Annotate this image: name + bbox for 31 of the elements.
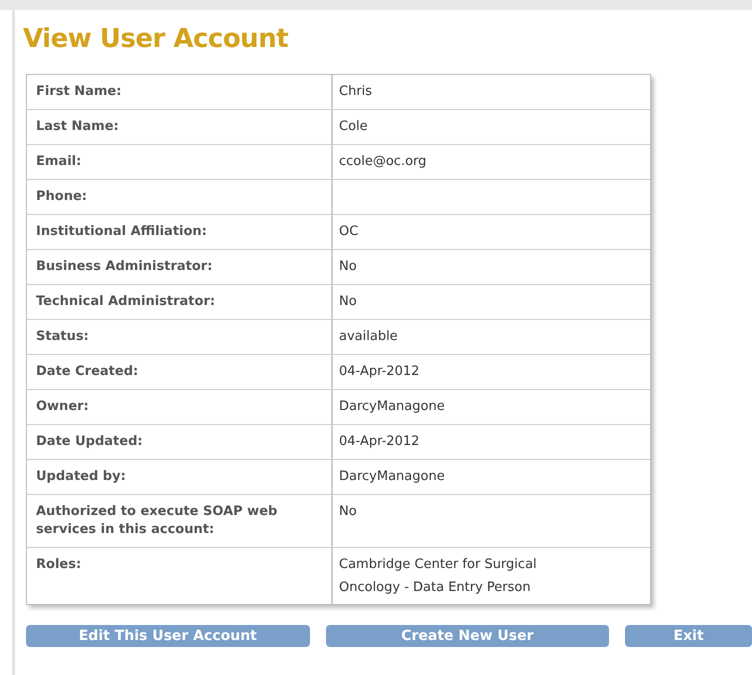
action-button[interactable]: Create New User [326, 625, 610, 647]
field-value: No [339, 258, 357, 276]
field-value: DarcyManagone [339, 398, 445, 416]
field-value: No [339, 293, 357, 311]
field-label: Owner: [36, 398, 89, 416]
action-button[interactable]: Exit [625, 625, 752, 647]
field-label: Institutional Affiliation: [36, 223, 207, 241]
field-label: Authorized to execute SOAP web services in this account: [36, 503, 278, 539]
field-value: OC [339, 223, 358, 241]
action-button[interactable]: Edit This User Account [26, 625, 310, 647]
field-value: Cambridge Center for Surgical Oncology - Data Entry Person [339, 556, 538, 597]
field-value: 04-Apr-2012 [339, 363, 420, 381]
field-value: DarcyManagone [339, 468, 445, 486]
field-label: Date Updated: [36, 433, 143, 451]
field-value: 04-Apr-2012 [339, 433, 420, 451]
field-label: Status: [36, 328, 89, 346]
field-value: ccole@oc.org [339, 153, 426, 171]
field-value: Chris [339, 83, 372, 101]
page-title: View User Account [23, 24, 288, 54]
field-label: Updated by: [36, 468, 126, 486]
field-label: Business Administrator: [36, 258, 212, 276]
field-label: Technical Administrator: [36, 293, 216, 311]
field-value: Cole [339, 118, 368, 136]
field-label: First Name: [36, 83, 122, 101]
field-label: Phone: [36, 188, 87, 206]
field-label: Email: [36, 153, 82, 171]
field-value: No [339, 503, 357, 521]
field-value: available [339, 328, 398, 346]
field-label: Last Name: [36, 118, 119, 136]
field-label: Date Created: [36, 363, 138, 381]
field-label: Roles: [36, 556, 82, 574]
